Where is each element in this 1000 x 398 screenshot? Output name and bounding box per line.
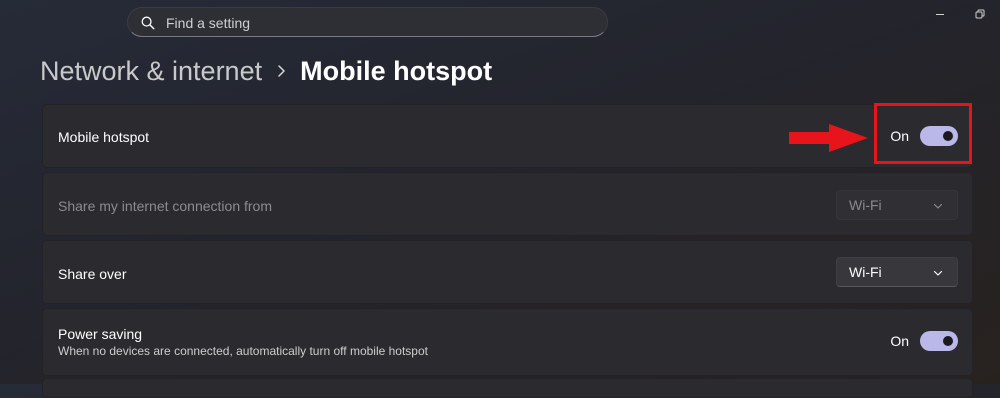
minimize-icon xyxy=(936,14,944,15)
search-icon xyxy=(141,16,155,30)
power-saving-toggle[interactable] xyxy=(920,331,958,351)
chevron-down-icon xyxy=(933,203,943,209)
power-saving-state-label: On xyxy=(890,333,909,349)
chevron-down-icon xyxy=(933,270,943,276)
next-setting-card xyxy=(42,378,973,398)
mobile-hotspot-label: Mobile hotspot xyxy=(58,129,150,145)
share-over-label: Share over xyxy=(58,266,127,282)
breadcrumb-separator xyxy=(262,64,300,78)
power-saving-toggle-group: On xyxy=(890,331,958,351)
share-over-dropdown-value: Wi-Fi xyxy=(849,264,882,280)
minimize-button[interactable] xyxy=(920,0,960,28)
search-input[interactable] xyxy=(166,14,586,32)
share-from-card: Share my internet connection from Wi-Fi xyxy=(42,172,973,236)
search-box[interactable] xyxy=(127,7,608,37)
share-from-dropdown-value: Wi-Fi xyxy=(849,197,882,213)
share-from-dropdown[interactable]: Wi-Fi xyxy=(836,190,958,220)
share-from-label: Share my internet connection from xyxy=(58,198,272,214)
share-over-card: Share over Wi-Fi xyxy=(42,240,973,304)
breadcrumb-network-internet[interactable]: Network & internet xyxy=(40,56,262,87)
power-saving-description: When no devices are connected, automatic… xyxy=(58,344,428,358)
restore-icon xyxy=(975,9,985,19)
arrow-right-icon xyxy=(789,124,868,152)
share-over-dropdown[interactable]: Wi-Fi xyxy=(836,257,958,287)
power-saving-card: Power saving When no devices are connect… xyxy=(42,308,973,376)
window-controls xyxy=(920,0,1000,28)
highlight-box xyxy=(874,103,972,164)
power-saving-label: Power saving xyxy=(58,326,143,342)
chevron-right-icon xyxy=(278,65,285,77)
page-title: Mobile hotspot xyxy=(300,55,493,86)
restore-button[interactable] xyxy=(960,0,1000,28)
breadcrumb: Network & internet Mobile hotspot xyxy=(40,52,492,90)
toggle-knob xyxy=(943,336,953,346)
